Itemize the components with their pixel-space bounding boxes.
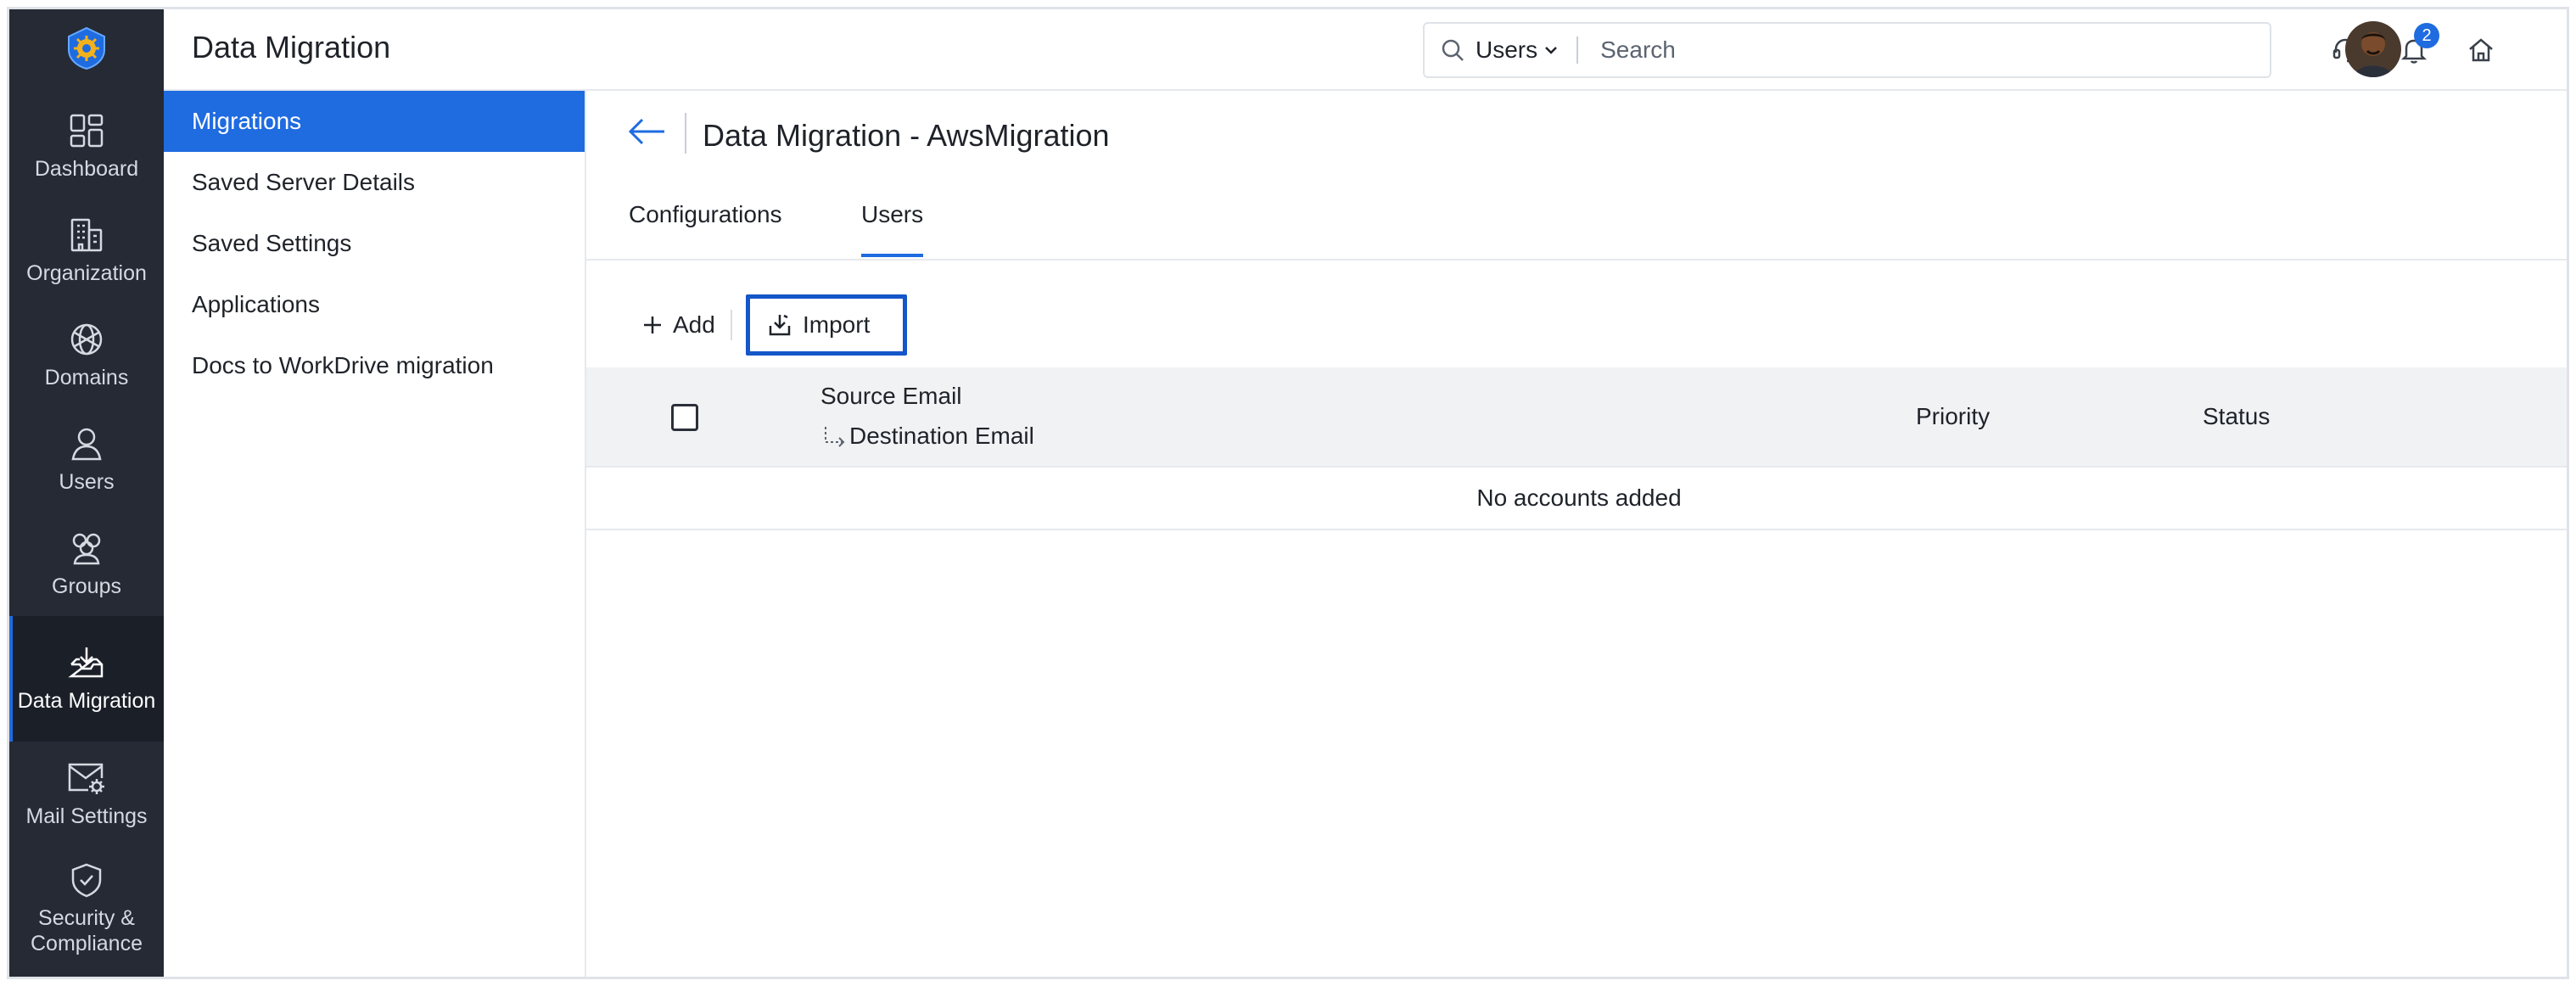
subnav-item-saved-settings[interactable]: Saved Settings <box>164 213 585 274</box>
secondary-sidebar: Migrations Saved Server Details Saved Se… <box>164 91 586 977</box>
empty-state-row: No accounts added <box>586 468 2567 530</box>
column-header-destination-email: Destination Email <box>849 423 1034 449</box>
tabs-underline <box>586 259 2567 261</box>
tab-users[interactable]: Users <box>861 201 924 257</box>
back-button[interactable] <box>627 115 671 148</box>
rail-item-label: Mail Settings <box>25 804 148 828</box>
rail-item-label: Dashboard <box>34 156 139 181</box>
title-divider <box>685 113 686 154</box>
tab-label: Users <box>861 201 924 227</box>
tab-configurations[interactable]: Configurations <box>629 201 782 257</box>
notification-count-badge: 2 <box>2414 23 2439 48</box>
group-icon <box>72 533 101 564</box>
app-logo[interactable] <box>9 9 164 87</box>
dashboard-icon <box>70 114 104 147</box>
rail-item-label: Data Migration <box>17 689 156 713</box>
rail-item-users[interactable]: Users <box>9 407 164 512</box>
arrow-left-icon <box>628 118 664 145</box>
app-title: Data Migration <box>192 30 391 64</box>
import-button[interactable]: Import <box>746 294 907 356</box>
search-input[interactable] <box>1600 36 2195 64</box>
rail-item-domains[interactable]: Domains <box>9 303 164 407</box>
rail-item-dashboard[interactable]: Dashboard <box>9 94 164 199</box>
search-divider <box>1576 36 1579 64</box>
building-icon <box>70 218 103 251</box>
subnav-item-saved-server-details[interactable]: Saved Server Details <box>164 152 585 213</box>
subnav-item-docs-to-workdrive[interactable]: Docs to WorkDrive migration <box>164 335 585 396</box>
user-avatar-photo <box>2345 21 2401 77</box>
select-all-checkbox[interactable] <box>671 404 698 431</box>
avatar[interactable] <box>2345 21 2401 77</box>
chevron-down-icon <box>1545 47 1558 54</box>
rail-item-label: Domains <box>44 365 129 389</box>
rail-item-data-migration[interactable]: Data Migration <box>9 616 164 742</box>
search-scope-dropdown[interactable]: Users <box>1476 36 1558 64</box>
shield-check-icon <box>71 863 102 898</box>
app-frame: Dashboard Organization Domains Users Gro… <box>7 7 2569 979</box>
user-icon <box>71 428 102 460</box>
search-scope-label: Users <box>1476 36 1538 63</box>
tab-label: Configurations <box>629 201 782 227</box>
import-button-label: Import <box>803 311 871 338</box>
rail-item-label: Groups <box>52 574 121 598</box>
rail-item-groups[interactable]: Groups <box>9 512 164 616</box>
import-icon <box>769 314 791 336</box>
rail-item-organization[interactable]: Organization <box>9 199 164 303</box>
rail-item-mail-settings[interactable]: Mail Settings <box>9 742 164 846</box>
table-header: Source Email Destination Email Priority … <box>586 367 2567 468</box>
add-button[interactable]: Add <box>642 294 715 356</box>
plus-icon <box>644 317 661 333</box>
rail-item-label: Security & Compliance <box>30 906 143 955</box>
gear-shield-logo-icon <box>68 26 105 70</box>
top-header: Data Migration Users 2 <box>164 9 2567 91</box>
column-header-status[interactable]: Status <box>2203 403 2270 430</box>
rail-item-security-compliance[interactable]: Security & Compliance <box>9 849 164 968</box>
home-icon <box>2469 38 2493 62</box>
home-button[interactable] <box>2461 30 2501 70</box>
globe-icon <box>70 323 103 355</box>
page-title: Data Migration - AwsMigration <box>703 118 1110 153</box>
search-icon <box>1442 39 1464 61</box>
sub-arrow-icon <box>825 427 845 447</box>
column-header-source-email: Source Email <box>820 383 962 409</box>
rail-item-label: Users <box>59 469 115 494</box>
inbox-download-icon <box>68 647 104 678</box>
primary-rail: Dashboard Organization Domains Users Gro… <box>9 9 164 977</box>
search-bar[interactable]: Users <box>1423 22 2271 78</box>
column-header-priority[interactable]: Priority <box>1916 403 1990 430</box>
mail-gear-icon <box>68 763 104 794</box>
rail-item-label: Organization <box>26 261 147 285</box>
subnav-item-applications[interactable]: Applications <box>164 274 585 335</box>
toolbar-divider <box>731 310 732 340</box>
add-button-label: Add <box>673 311 715 338</box>
main-content: Data Migration - AwsMigration Configurat… <box>586 91 2567 977</box>
subnav-item-migrations[interactable]: Migrations <box>164 91 585 152</box>
